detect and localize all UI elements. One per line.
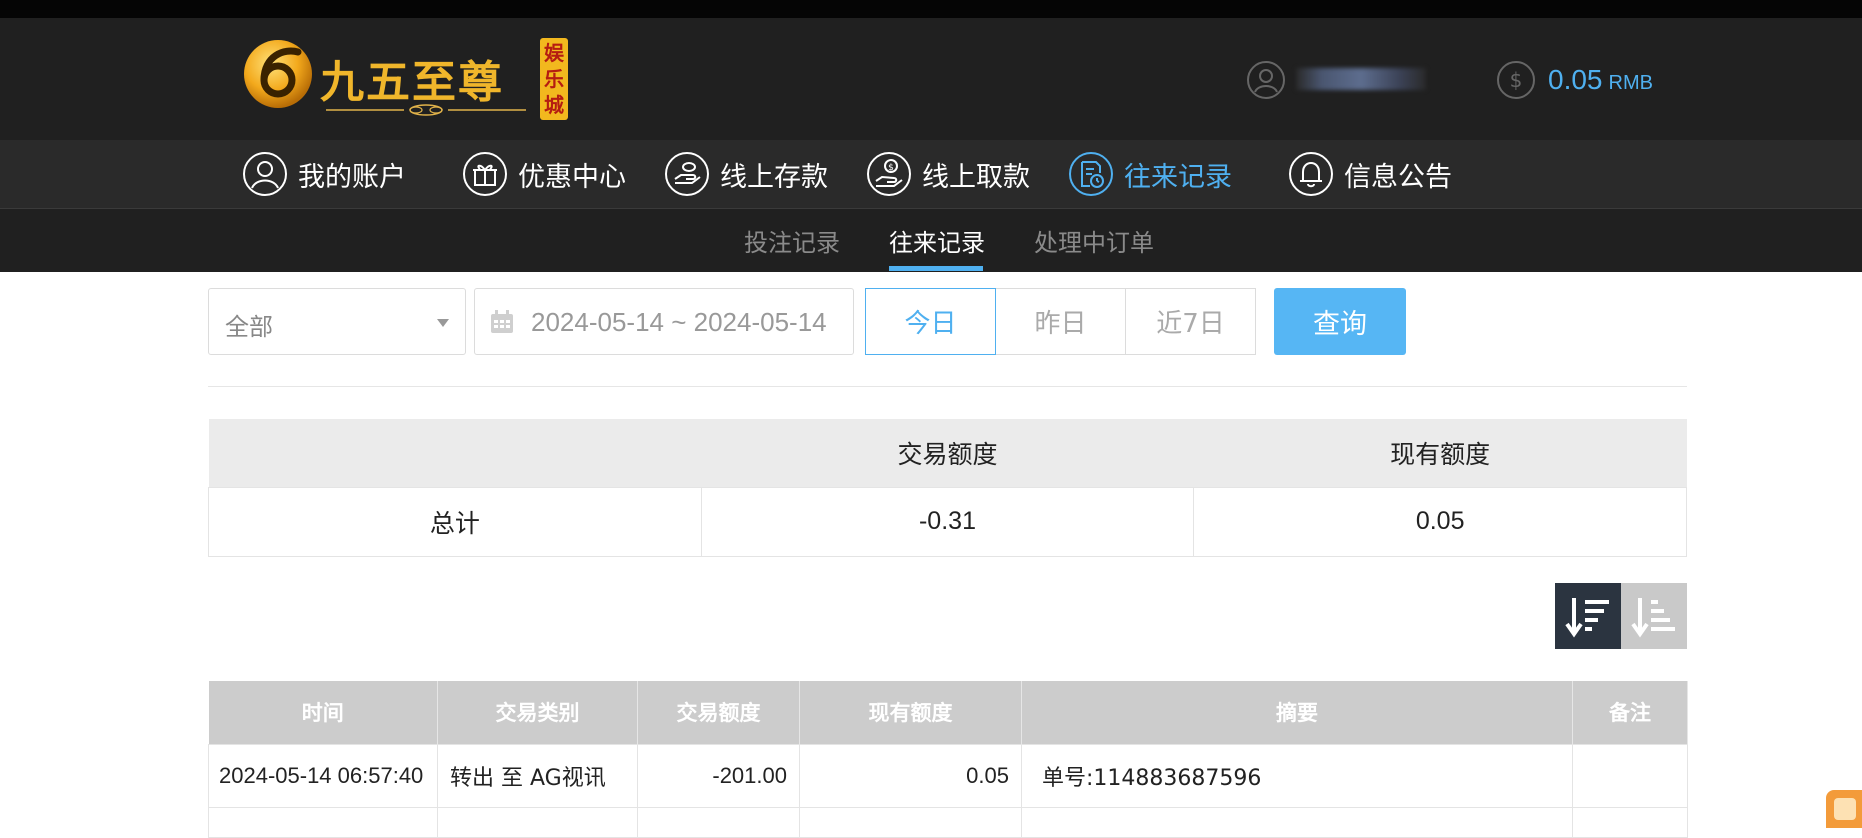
cell-amount: -201.00 xyxy=(637,743,800,808)
sort-desc-button[interactable] xyxy=(1555,583,1621,649)
tab-bet-records[interactable]: 投注记录 xyxy=(744,223,840,258)
svg-text:$: $ xyxy=(1510,68,1523,92)
nav-item-label: 线上存款 xyxy=(720,161,828,193)
quick-7days-button[interactable]: 近7日 xyxy=(1125,288,1256,355)
summary-header-cell: 交易额度 xyxy=(701,419,1194,487)
chevron-down-icon xyxy=(437,319,449,327)
svg-text:$: $ xyxy=(888,163,894,173)
top-strip xyxy=(0,0,1862,18)
column-header-note[interactable]: 备注 xyxy=(1572,681,1688,744)
calendar-icon xyxy=(491,310,513,333)
tab-transaction-records[interactable]: 往来记录 xyxy=(889,223,985,258)
user-icon xyxy=(243,152,287,196)
summary-table: 交易额度 现有额度 总计 -0.31 0.05 xyxy=(208,419,1687,557)
nav-item-announcements[interactable]: 信息公告 xyxy=(1288,148,1452,200)
nav-item-label: 线上取款 xyxy=(922,161,1030,193)
nav-item-label: 优惠中心 xyxy=(518,161,626,193)
logo-ornament-icon xyxy=(326,104,526,116)
floating-widget[interactable] xyxy=(1826,790,1862,828)
cell-balance: 0.05 xyxy=(799,743,1022,808)
nav-item-withdraw[interactable]: $ 线上取款 xyxy=(866,148,1030,200)
logo-badge: 娱乐城 xyxy=(540,38,568,120)
logo-emblem-icon xyxy=(244,40,312,108)
transaction-type-select[interactable]: 全部 xyxy=(208,288,466,355)
sort-asc-button[interactable] xyxy=(1621,583,1687,649)
sub-nav: 投注记录 往来记录 处理中订单 xyxy=(0,208,1862,272)
column-header-balance[interactable]: 现有额度 xyxy=(799,681,1022,744)
column-header-amount[interactable]: 交易额度 xyxy=(637,681,800,744)
cell-summary: 单号:114883687596 xyxy=(1021,743,1573,808)
user-icon xyxy=(1247,61,1285,99)
date-range-input[interactable]: 2024-05-14 ~ 2024-05-14 xyxy=(474,288,854,355)
dollar-icon: $ xyxy=(1497,61,1535,99)
nav-item-label: 我的账户 xyxy=(298,161,406,193)
records-header-row: 时间 交易类别 交易额度 现有额度 摘要 备注 xyxy=(208,681,1688,744)
logo-text: 九五至尊 xyxy=(320,57,504,108)
balance-display: $ 0.05 RMB xyxy=(1496,60,1696,100)
balance-currency: RMB xyxy=(1608,72,1653,94)
summary-header-cell: 现有额度 xyxy=(1193,419,1687,487)
table-row[interactable]: 2024-05-14 06:57:40 转出 至 AG视讯 -201.00 0.… xyxy=(208,743,1688,808)
summary-total-label: 总计 xyxy=(208,486,702,557)
table-row xyxy=(208,806,1688,838)
sort-ascending-icon xyxy=(1631,598,1675,638)
site-logo[interactable]: 九五至尊 娱乐城 xyxy=(240,34,570,122)
cell-type: 转出 至 AG视讯 xyxy=(437,743,638,808)
quick-yesterday-button[interactable]: 昨日 xyxy=(995,288,1126,355)
column-header-summary[interactable]: 摘要 xyxy=(1021,681,1573,744)
sort-descending-icon xyxy=(1565,598,1609,638)
query-button[interactable]: 查询 xyxy=(1274,288,1406,355)
summary-total-balance: 0.05 xyxy=(1193,486,1687,557)
withdraw-icon: $ xyxy=(867,152,911,196)
balance-value: 0.05 RMB xyxy=(1548,64,1653,95)
column-header-type[interactable]: 交易类别 xyxy=(437,681,638,744)
nav-item-label: 信息公告 xyxy=(1344,161,1452,193)
summary-row: 总计 -0.31 0.05 xyxy=(208,486,1687,557)
records-table: 时间 交易类别 交易额度 现有额度 摘要 备注 2024-05-14 06:57… xyxy=(208,681,1688,838)
deposit-icon xyxy=(665,152,709,196)
user-account[interactable] xyxy=(1246,60,1426,100)
widget-icon xyxy=(1834,798,1856,820)
records-icon xyxy=(1069,152,1113,196)
user-name-blurred xyxy=(1296,68,1426,90)
summary-header-cell xyxy=(208,419,702,487)
cell-note xyxy=(1572,743,1688,808)
summary-total-amount: -0.31 xyxy=(700,486,1195,557)
gift-icon xyxy=(463,152,507,196)
main-nav: 我的账户 优惠中心 线上存款 $ 线上取款 往来记录 信息公告 xyxy=(0,140,1862,208)
nav-item-records[interactable]: 往来记录 xyxy=(1068,148,1232,200)
active-tab-underline xyxy=(889,266,983,271)
nav-item-deposit[interactable]: 线上存款 xyxy=(664,148,828,200)
tab-pending-orders[interactable]: 处理中订单 xyxy=(1034,223,1154,258)
cell-time: 2024-05-14 06:57:40 xyxy=(208,743,438,808)
quick-today-button[interactable]: 今日 xyxy=(865,288,996,355)
column-header-time[interactable]: 时间 xyxy=(208,681,438,744)
date-range-value: 2024-05-14 ~ 2024-05-14 xyxy=(531,307,827,337)
nav-item-my-account[interactable]: 我的账户 xyxy=(242,148,406,200)
summary-header-row: 交易额度 现有额度 xyxy=(208,419,1687,487)
nav-item-promotions[interactable]: 优惠中心 xyxy=(462,148,626,200)
divider xyxy=(208,386,1687,387)
nav-item-label: 往来记录 xyxy=(1124,161,1232,193)
select-value: 全部 xyxy=(225,313,273,341)
bell-icon xyxy=(1289,152,1333,196)
